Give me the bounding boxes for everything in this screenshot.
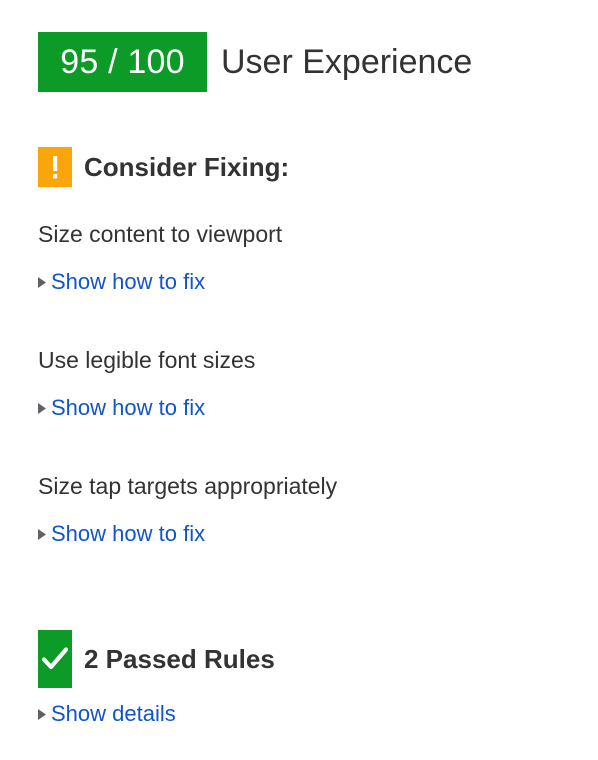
rule-item: Size content to viewport Show how to fix (38, 220, 578, 293)
show-how-to-fix-label: Show how to fix (51, 269, 206, 294)
check-mark-icon (38, 630, 72, 688)
rule-item: Size tap targets appropriately Show how … (38, 472, 578, 545)
show-how-to-fix-label: Show how to fix (51, 395, 206, 420)
show-details-toggle[interactable]: Show details (38, 703, 176, 725)
pagespeed-user-experience-report: 95 / 100 User Experience Consider Fixing… (0, 0, 598, 760)
passed-rules-heading: 2 Passed Rules (38, 630, 275, 688)
score-header: 95 / 100 User Experience (38, 32, 472, 92)
passed-rules-label: 2 Passed Rules (84, 644, 275, 674)
consider-fixing-label: Consider Fixing: (84, 152, 290, 182)
rule-title: Size tap targets appropriately (38, 473, 338, 499)
warning-exclamation-icon (38, 147, 72, 187)
consider-fixing-heading: Consider Fixing: (38, 147, 289, 187)
show-details-label: Show details (51, 701, 176, 726)
show-how-to-fix-toggle[interactable]: Show how to fix (38, 523, 205, 545)
show-how-to-fix-label: Show how to fix (51, 521, 206, 546)
disclosure-triangle-right-icon (38, 528, 46, 540)
rule-title: Use legible font sizes (38, 347, 256, 373)
disclosure-triangle-right-icon (38, 276, 46, 288)
disclosure-triangle-right-icon (38, 402, 46, 414)
score-badge: 95 / 100 (38, 32, 207, 92)
show-how-to-fix-toggle[interactable]: Show how to fix (38, 397, 205, 419)
show-details-toggle-wrapper: Show details (38, 703, 176, 725)
rule-item: Use legible font sizes Show how to fix (38, 346, 578, 419)
rule-title: Size content to viewport (38, 221, 283, 247)
show-how-to-fix-toggle[interactable]: Show how to fix (38, 271, 205, 293)
disclosure-triangle-right-icon (38, 708, 46, 720)
score-value: 95 / 100 (60, 43, 185, 81)
page-title: User Experience (221, 43, 473, 81)
